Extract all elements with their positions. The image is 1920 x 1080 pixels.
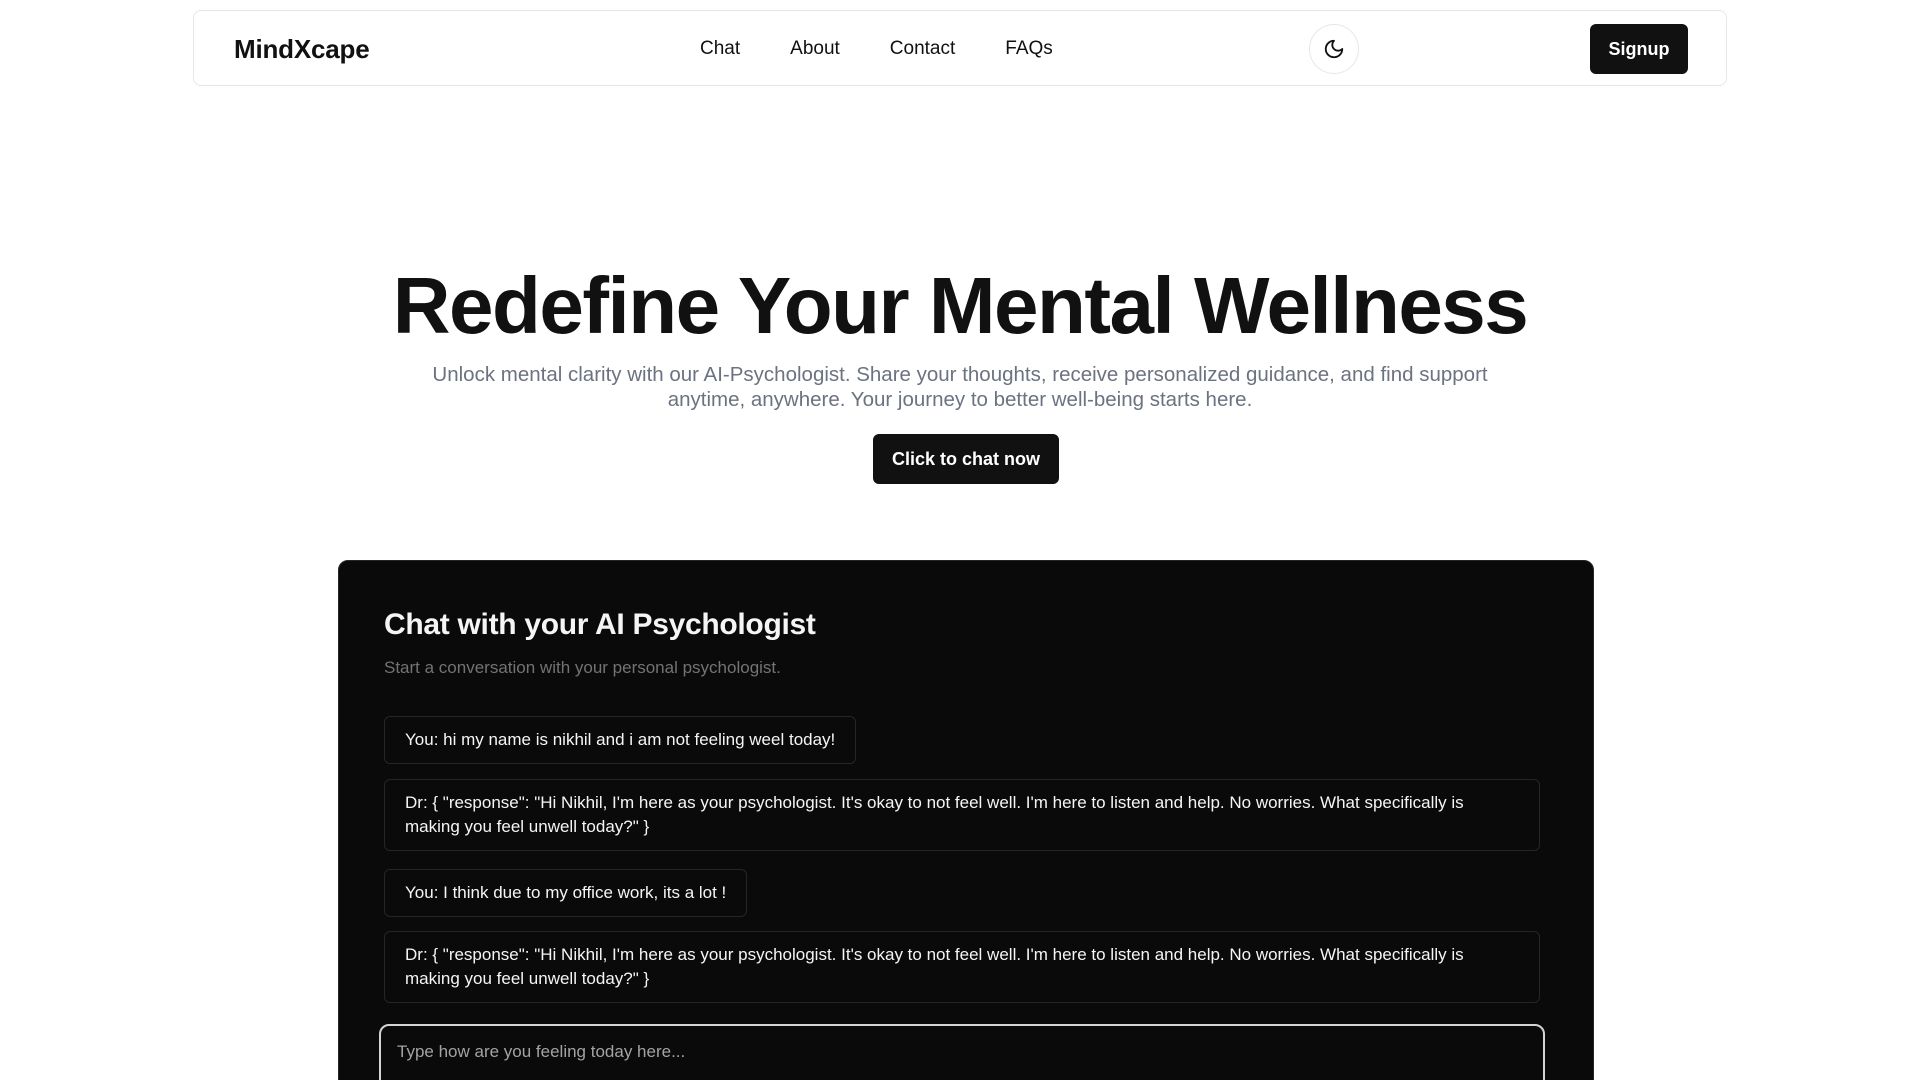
chat-card: Chat with your AI Psychologist Start a c… xyxy=(338,560,1594,1080)
hero-subtitle: Unlock mental clarity with our AI-Psycho… xyxy=(390,362,1530,412)
hero-subtitle-line-2: anytime, anywhere. Your journey to bette… xyxy=(667,388,1253,411)
user-message: You: I think due to my office work, its … xyxy=(384,869,748,917)
nav-link-faqs[interactable]: FAQs xyxy=(1005,38,1053,60)
nav-link-chat[interactable]: Chat xyxy=(700,38,740,60)
chat-description: Start a conversation with your personal … xyxy=(384,658,781,677)
chat-now-button[interactable]: Click to chat now xyxy=(873,434,1059,484)
nav-links: Chat About Contact FAQs xyxy=(700,11,1053,87)
navbar: MindXcape Chat About Contact FAQs Signup xyxy=(193,10,1727,86)
signup-button[interactable]: Signup xyxy=(1590,24,1688,74)
chat-title: Chat with your AI Psychologist xyxy=(384,608,816,641)
moon-icon xyxy=(1324,39,1344,59)
theme-toggle-button[interactable] xyxy=(1309,24,1359,74)
hero-subtitle-line-1: Unlock mental clarity with our AI-Psycho… xyxy=(432,363,1488,386)
user-message: You: hi my name is nikhil and i am not f… xyxy=(384,716,857,764)
chat-message-input[interactable] xyxy=(379,1024,1545,1080)
nav-link-about[interactable]: About xyxy=(790,38,840,60)
brand-logo[interactable]: MindXcape xyxy=(234,11,370,87)
doctor-message: Dr: { "response": "Hi Nikhil, I'm here a… xyxy=(384,779,1540,851)
doctor-message: Dr: { "response": "Hi Nikhil, I'm here a… xyxy=(384,931,1540,1003)
page: MindXcape Chat About Contact FAQs Signup… xyxy=(0,0,1920,1080)
nav-link-contact[interactable]: Contact xyxy=(890,38,955,60)
hero-title: Redefine Your Mental Wellness xyxy=(392,261,1529,350)
